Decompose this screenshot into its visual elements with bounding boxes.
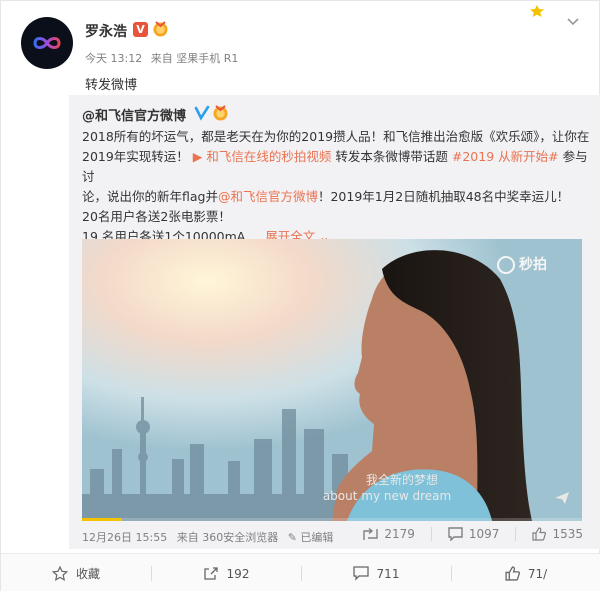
thumbs-up-icon (505, 566, 520, 581)
original-repost-count: 2179 (384, 527, 415, 541)
comment-icon (448, 527, 463, 541)
like-button[interactable]: 71/ (451, 554, 600, 591)
star-outline-icon (51, 566, 68, 581)
share-arrow-icon[interactable] (554, 491, 570, 505)
repost-button[interactable]: 192 (151, 554, 301, 591)
star-decoration-icon (530, 5, 544, 17)
text-fragment: 论，说出你的新年flag并 (82, 189, 218, 204)
like-count: 71/ (527, 566, 548, 581)
repost-icon (363, 527, 379, 540)
thumbs-up-icon (532, 527, 547, 541)
comment-count: 711 (376, 566, 400, 581)
post-meta: 今天 13:12 来自 坚果手机 R1 (85, 50, 243, 66)
verified-blue-icon (194, 105, 210, 121)
text-fragment: 2019年实现转运！ (82, 149, 189, 164)
post-time[interactable]: 今天 13:12 (85, 52, 142, 65)
miaopai-logo-icon (497, 256, 515, 274)
text-fragment: 转发本条微博带话题 (331, 149, 452, 164)
original-footer: 12月26日 15:55 来自 360安全浏览器 ✎ 已编辑 (82, 529, 345, 545)
comment-button[interactable]: 711 (301, 554, 451, 591)
share-box-icon (203, 567, 218, 580)
video-link-label: 和飞信在线的秒拍视频 (206, 149, 332, 164)
original-source: 来自 360安全浏览器 (176, 531, 279, 544)
video-progress-fill (82, 518, 122, 521)
username[interactable]: 罗永浩 (85, 21, 127, 41)
original-comment-count: 1097 (468, 527, 500, 541)
verified-badge-icon: V (133, 22, 148, 37)
subtitle-en: about my new dream (322, 489, 452, 503)
favorite-button[interactable]: 收藏 (1, 554, 151, 591)
original-text-line: 2018所有的坏运气，都是老天在为你的2019攒人品！和飞信推出治愈版《欢乐颂》… (82, 129, 590, 144)
subtitle-cn: 我全新的梦想 (365, 473, 438, 487)
video-player[interactable]: 秒拍 我全新的梦想 about my new dream (82, 239, 582, 521)
original-text-line-4: 20名用户各送2张电影票！ (82, 209, 231, 224)
repost-count: 192 (226, 566, 250, 581)
edited-label[interactable]: ✎ 已编辑 (288, 531, 340, 544)
original-text: 2018所有的坏运气，都是老天在为你的2019攒人品！和飞信推出治愈版《欢乐颂》… (82, 127, 592, 247)
original-date[interactable]: 12月26日 15:55 (82, 531, 167, 544)
chevron-down-icon[interactable] (566, 17, 580, 27)
medal-icon (213, 105, 228, 121)
weibo-card: 罗永浩 V 今天 13:12 来自 坚果手机 R1 转发微博 @和飞信官方微博 … (0, 0, 600, 591)
action-bar: 收藏 192 711 71/ (1, 553, 600, 591)
mention-link[interactable]: @和飞信官方微博 (218, 189, 318, 204)
miaopai-watermark: 秒拍 (497, 254, 547, 274)
video-progress-bar[interactable] (82, 518, 582, 521)
video-link[interactable]: ▶ 和飞信在线的秒拍视频 (193, 149, 332, 164)
original-comment-button[interactable]: 1097 (448, 527, 500, 541)
hashtag-link[interactable]: #2019 从新开始# (452, 149, 559, 164)
original-like-button[interactable]: 1535 (532, 527, 583, 541)
original-text-line-2: 2019年实现转运！ ▶ 和飞信在线的秒拍视频 转发本条微博带话题 #2019 … (82, 147, 592, 187)
medal-icon (153, 21, 168, 37)
comment-icon (352, 566, 369, 581)
text-fragment: ！2019年1月2日随机抽取48名中奖幸运儿！ (317, 189, 570, 204)
watermark-text: 秒拍 (519, 257, 547, 273)
post-source: 来自 坚果手机 R1 (150, 52, 239, 65)
favorite-label: 收藏 (75, 567, 100, 581)
original-text-line-3: 论，说出你的新年flag并@和飞信官方微博！2019年1月2日随机抽取48名中奖… (82, 187, 592, 207)
repost-block: @和飞信官方微博 2018所有的坏运气，都是老天在为你的2019攒人品！和飞信推… (69, 95, 600, 549)
post-text: 转发微博 (85, 78, 138, 93)
divider (515, 527, 517, 541)
divider (430, 527, 432, 541)
original-actions: 2179 1097 1535 (347, 527, 583, 541)
original-repost-button[interactable]: 2179 (363, 527, 415, 541)
edited-text: 已编辑 (300, 531, 334, 544)
original-author[interactable]: @和飞信官方微博 (82, 105, 186, 124)
avatar[interactable] (21, 17, 73, 69)
original-like-count: 1535 (552, 527, 583, 541)
